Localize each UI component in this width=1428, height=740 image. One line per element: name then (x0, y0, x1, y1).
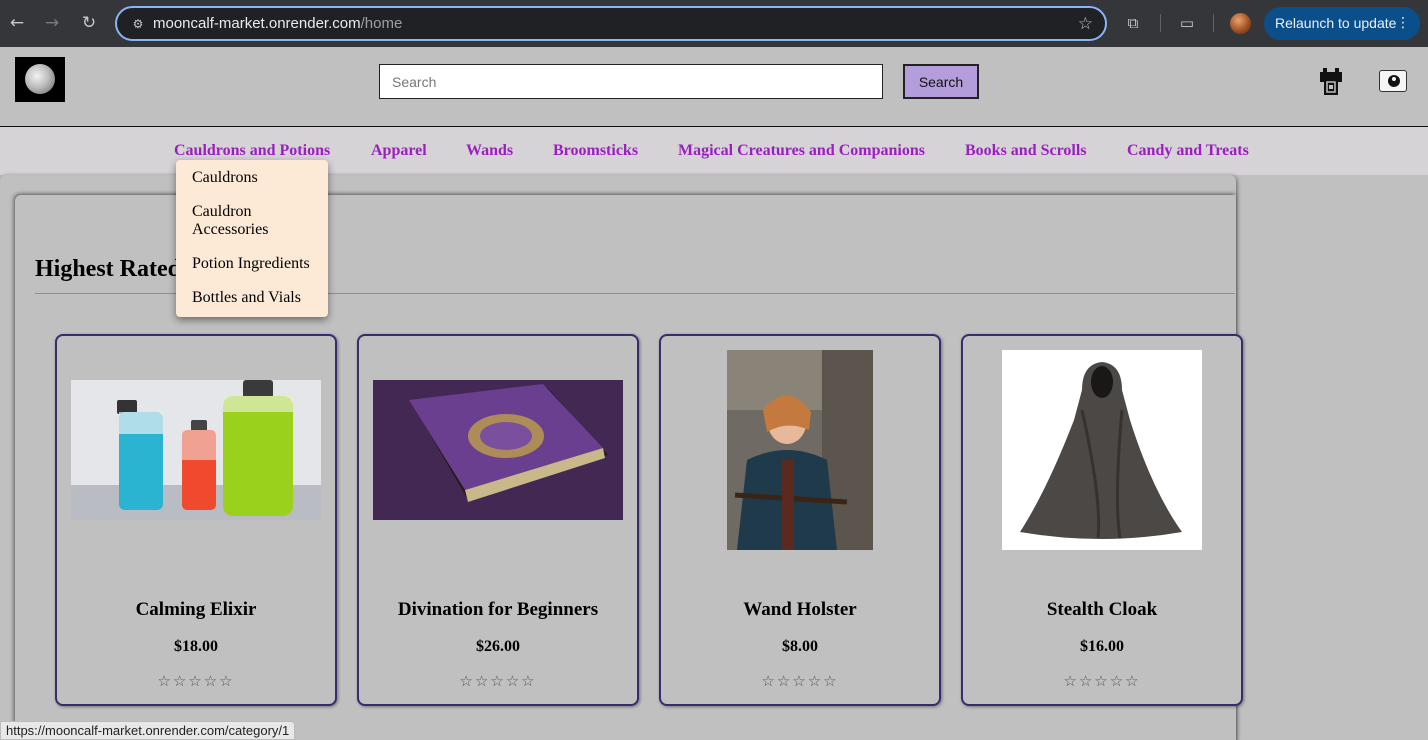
back-icon[interactable]: ← (6, 12, 28, 34)
toolbar-divider (1213, 14, 1214, 32)
category-dropdown: Cauldrons Cauldron Accessories Potion In… (176, 160, 328, 317)
product-price: $18.00 (174, 638, 218, 655)
dropdown-item-potion-ingredients[interactable]: Potion Ingredients (192, 255, 322, 273)
extensions-icon[interactable]: ⧉ (1122, 12, 1144, 34)
category-broomsticks[interactable]: Broomsticks (553, 142, 638, 160)
user-head-shape (1392, 77, 1396, 81)
category-magical-creatures[interactable]: Magical Creatures and Companions (678, 142, 925, 160)
product-name[interactable]: Wand Holster (661, 599, 939, 621)
product-image-wand-holster[interactable] (727, 350, 873, 550)
address-bar[interactable]: ⚙ mooncalf-market.onrender.com/home ☆ (115, 6, 1107, 41)
section-title: Highest Rated (35, 256, 181, 282)
dropdown-item-cauldrons[interactable]: Cauldrons (192, 169, 322, 187)
more-menu-icon[interactable]: ⋮ (1396, 7, 1410, 40)
dropdown-item-bottles-and-vials[interactable]: Bottles and Vials (192, 289, 322, 307)
relaunch-label: Relaunch to update (1275, 15, 1397, 31)
product-price: $26.00 (476, 638, 520, 655)
category-apparel[interactable]: Apparel (371, 142, 427, 160)
product-name[interactable]: Calming Elixir (57, 599, 335, 621)
reload-icon[interactable]: ↻ (78, 12, 100, 34)
category-cauldrons-and-potions[interactable]: Cauldrons and Potions (174, 142, 330, 160)
product-name[interactable]: Divination for Beginners (359, 599, 637, 621)
product-price: $16.00 (1080, 638, 1124, 655)
star-rating[interactable]: ☆☆☆☆☆ (57, 672, 335, 690)
product-card[interactable]: Stealth Cloak $16.00 ☆☆☆☆☆ (961, 334, 1243, 706)
link-status-bar: https://mooncalf-market.onrender.com/cat… (0, 721, 296, 740)
site-info-icon[interactable]: ⚙ (129, 15, 147, 33)
dropdown-item-cauldron-accessories[interactable]: Cauldron Accessories (192, 203, 322, 239)
category-wands[interactable]: Wands (466, 142, 513, 160)
bookmark-star-icon[interactable]: ☆ (1078, 13, 1093, 35)
category-candy-and-treats[interactable]: Candy and Treats (1127, 142, 1249, 160)
profile-avatar[interactable] (1230, 13, 1251, 34)
search-input[interactable] (379, 64, 883, 99)
toolbar-divider (1160, 14, 1161, 32)
url-host: mooncalf-market.onrender.com (153, 15, 361, 32)
product-card[interactable]: Calming Elixir $18.00 ☆☆☆☆☆ (55, 334, 337, 706)
product-card[interactable]: Wand Holster $8.00 ☆☆☆☆☆ (659, 334, 941, 706)
product-image-stealth-cloak[interactable] (1002, 350, 1202, 550)
star-rating[interactable]: ☆☆☆☆☆ (963, 672, 1241, 690)
star-rating[interactable]: ☆☆☆☆☆ (359, 672, 637, 690)
moon-logo-icon (25, 64, 55, 94)
url-path: /home (360, 15, 403, 32)
cart-icon[interactable] (1318, 66, 1344, 97)
search-button[interactable]: Search (903, 64, 979, 99)
category-books-and-scrolls[interactable]: Books and Scrolls (965, 142, 1087, 160)
account-button[interactable] (1379, 70, 1407, 92)
media-icon[interactable]: ▭ (1176, 12, 1198, 34)
forward-icon[interactable]: → (41, 12, 63, 34)
product-price: $8.00 (782, 638, 818, 655)
address-text[interactable]: mooncalf-market.onrender.com/home (153, 15, 402, 33)
site-logo[interactable] (15, 57, 65, 102)
relaunch-button[interactable]: Relaunch to update ⋮ (1264, 7, 1420, 40)
star-rating[interactable]: ☆☆☆☆☆ (661, 672, 939, 690)
product-image-potion-bottles[interactable] (71, 380, 321, 520)
product-name[interactable]: Stealth Cloak (963, 599, 1241, 621)
product-image-spellbook[interactable] (373, 380, 623, 520)
browser-toolbar: ← → ↻ ⚙ mooncalf-market.onrender.com/hom… (0, 0, 1428, 47)
product-card[interactable]: Divination for Beginners $26.00 ☆☆☆☆☆ (357, 334, 639, 706)
